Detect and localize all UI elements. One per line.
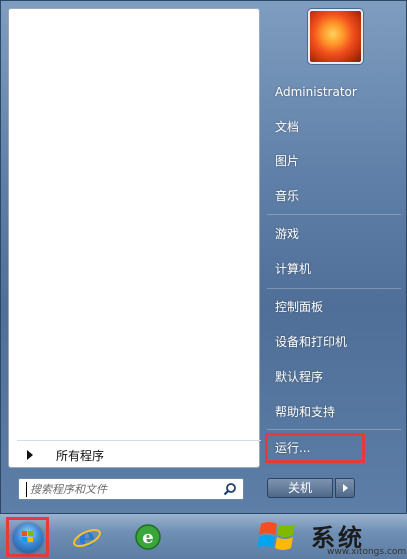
search-icon[interactable] [223, 482, 237, 496]
default-programs-item[interactable]: 默认程序 [267, 365, 367, 389]
separator [267, 288, 401, 289]
games-item[interactable]: 游戏 [267, 222, 367, 246]
watermark-url: www.xitongs.com [327, 547, 407, 557]
windows-flag-logo-icon [257, 522, 295, 550]
windows-orb-icon [13, 523, 43, 553]
help-support-item[interactable]: 帮助和支持 [267, 400, 367, 424]
svg-text:e: e [142, 527, 153, 548]
start-menu: 所有程序 Administrator 文档 图片 音乐 游戏 计算机 控制面板 … [0, 0, 407, 514]
user-avatar[interactable] [308, 9, 363, 64]
control-panel-item[interactable]: 控制面板 [267, 295, 367, 319]
all-programs-item[interactable]: 所有程序 [17, 440, 261, 467]
music-item[interactable]: 音乐 [267, 184, 367, 208]
computer-item[interactable]: 计算机 [267, 257, 367, 281]
user-name-item[interactable]: Administrator [267, 80, 397, 104]
run-highlight-box [265, 433, 365, 463]
start-button[interactable] [6, 517, 49, 557]
separator [267, 214, 401, 215]
pictures-item[interactable]: 图片 [267, 149, 367, 173]
internet-explorer-icon[interactable]: e [71, 521, 103, 553]
site-watermark: 系统 www.xitongs.com [255, 516, 407, 559]
all-programs-label: 所有程序 [56, 449, 105, 463]
devices-printers-item[interactable]: 设备和打印机 [267, 330, 367, 354]
expand-arrow-icon [27, 450, 33, 460]
svg-text:e: e [79, 523, 96, 553]
browser-icon[interactable]: e [132, 521, 164, 553]
separator [267, 429, 401, 430]
search-box[interactable] [18, 478, 244, 500]
search-input[interactable] [21, 481, 228, 497]
shutdown-button[interactable]: 关机 [267, 478, 333, 498]
documents-item[interactable]: 文档 [267, 115, 367, 139]
shutdown-options-button[interactable] [335, 478, 355, 498]
chevron-right-icon [343, 484, 348, 492]
programs-panel: 所有程序 [8, 8, 261, 468]
